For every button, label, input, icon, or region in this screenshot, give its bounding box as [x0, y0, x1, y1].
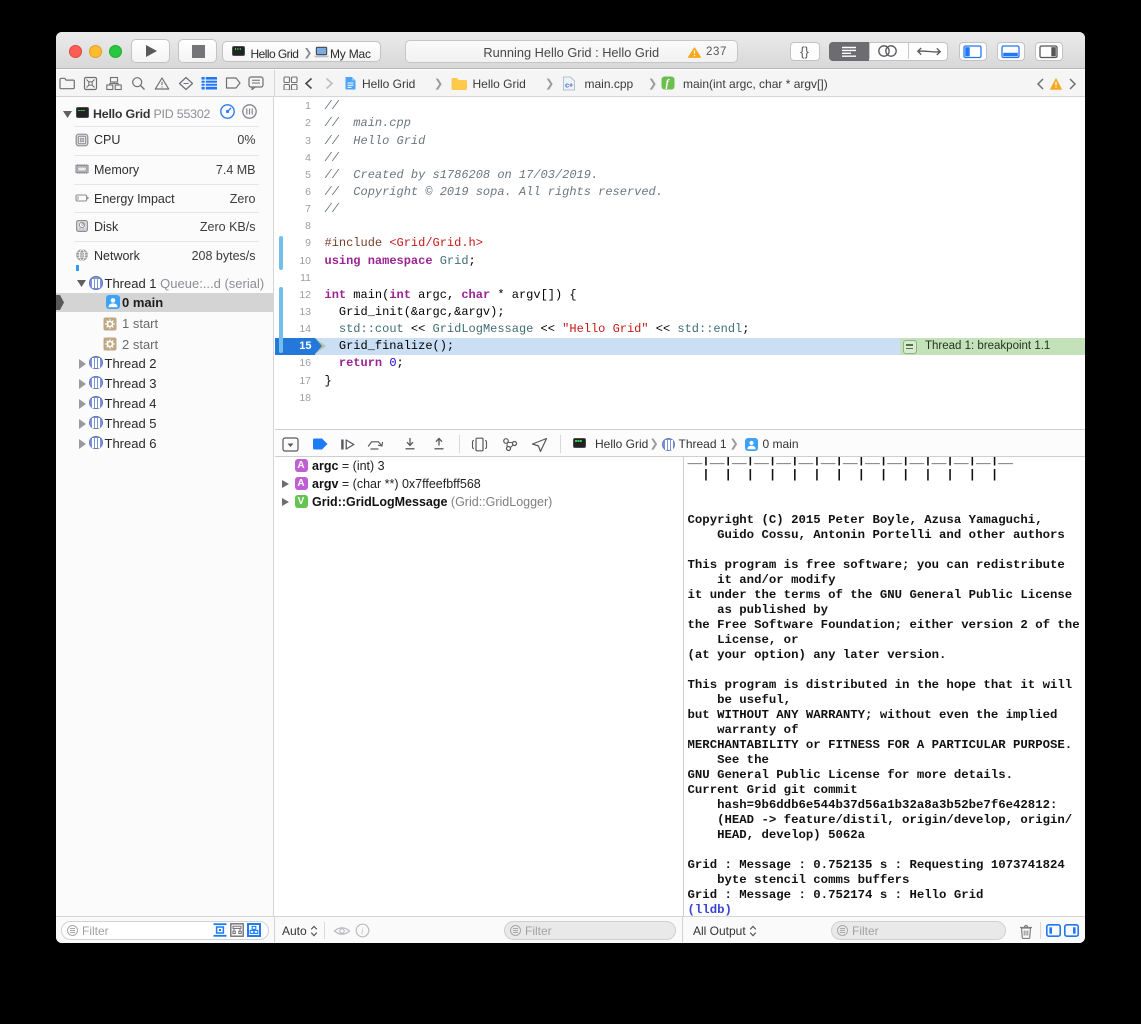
- svg-text:+: +: [569, 82, 573, 89]
- svg-text:i: i: [361, 926, 364, 936]
